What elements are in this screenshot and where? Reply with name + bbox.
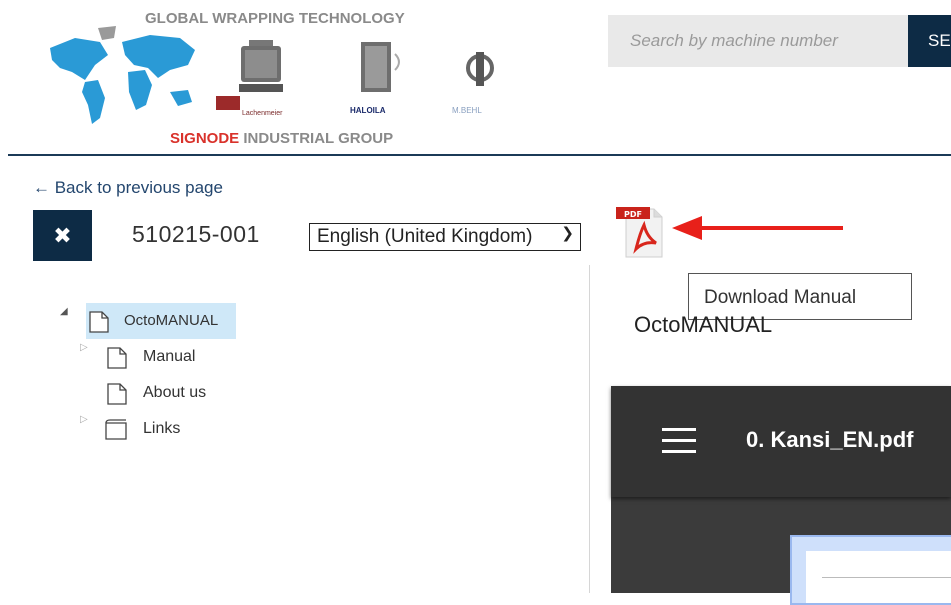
- hamburger-menu-icon[interactable]: [662, 428, 696, 456]
- tree-item-label: About us: [143, 384, 207, 401]
- logo-group-brand: SIGNODE: [170, 130, 240, 147]
- pdf-download-icon[interactable]: PDF: [614, 203, 670, 259]
- expand-triangle-icon[interactable]: ▷: [80, 414, 88, 425]
- tree-item-root[interactable]: ◢ OctoMANUAL: [60, 306, 240, 336]
- tree-item-label: Links: [143, 420, 181, 437]
- pdf-page-thumbnail[interactable]: [790, 535, 951, 605]
- content-title: OctoMANUAL: [634, 312, 773, 337]
- machine-number: 510215-001: [132, 221, 260, 247]
- pallet-wrapper-icon: [239, 40, 283, 92]
- page-icon: [89, 311, 109, 333]
- pointer-arrow-icon: [672, 216, 843, 240]
- search-box: [608, 15, 908, 67]
- panel-divider: [589, 265, 590, 593]
- close-icon: ✖: [53, 224, 72, 249]
- brand-haloila: HALOILA: [350, 106, 386, 115]
- tree-item-manual[interactable]: ▷ Manual: [80, 342, 240, 372]
- company-logo: GLOBAL WRAPPING TECHNOLOGY Lachenmeier H…: [20, 0, 494, 152]
- language-selected-value: English (United Kingdom): [317, 226, 533, 247]
- close-button[interactable]: ✖: [33, 210, 92, 261]
- logo-group-name: SIGNODE INDUSTRIAL GROUP: [170, 130, 393, 147]
- brand-lachenmeier: Lachenmeier: [242, 110, 283, 117]
- chevron-down-icon: ❯: [561, 224, 574, 242]
- pdf-page-rule: [822, 577, 951, 578]
- brand-mbehl: M.BEHL: [452, 106, 482, 115]
- folder-icon: [105, 419, 127, 440]
- lachenmeier-logo-icon: [216, 96, 240, 110]
- page-icon: [107, 383, 127, 405]
- search-input[interactable]: [608, 15, 908, 67]
- stretch-hood-icon: [361, 42, 400, 92]
- logo-group-rest: INDUSTRIAL GROUP: [239, 130, 394, 147]
- world-map-icon: [50, 26, 195, 124]
- collapse-triangle-icon[interactable]: ◢: [60, 306, 68, 317]
- page-icon: [107, 347, 127, 369]
- logo-title: GLOBAL WRAPPING TECHNOLOGY: [145, 10, 405, 27]
- pdf-badge-label: PDF: [624, 210, 642, 219]
- tree-item-about-us[interactable]: About us: [80, 378, 240, 408]
- tree-item-label: Manual: [143, 348, 196, 365]
- language-select[interactable]: English (United Kingdom) ❯: [309, 223, 581, 251]
- tree-item-links[interactable]: ▷ Links: [80, 414, 240, 444]
- expand-triangle-icon[interactable]: ▷: [80, 342, 88, 353]
- pdf-filename: 0. Kansi_EN.pdf: [746, 427, 914, 452]
- search-button[interactable]: SE: [908, 15, 951, 67]
- rotary-wrapper-icon: [466, 52, 494, 86]
- tree-item-label: OctoMANUAL: [124, 312, 219, 329]
- header-divider: [8, 154, 951, 156]
- back-link[interactable]: ← Back to previous page: [33, 178, 223, 198]
